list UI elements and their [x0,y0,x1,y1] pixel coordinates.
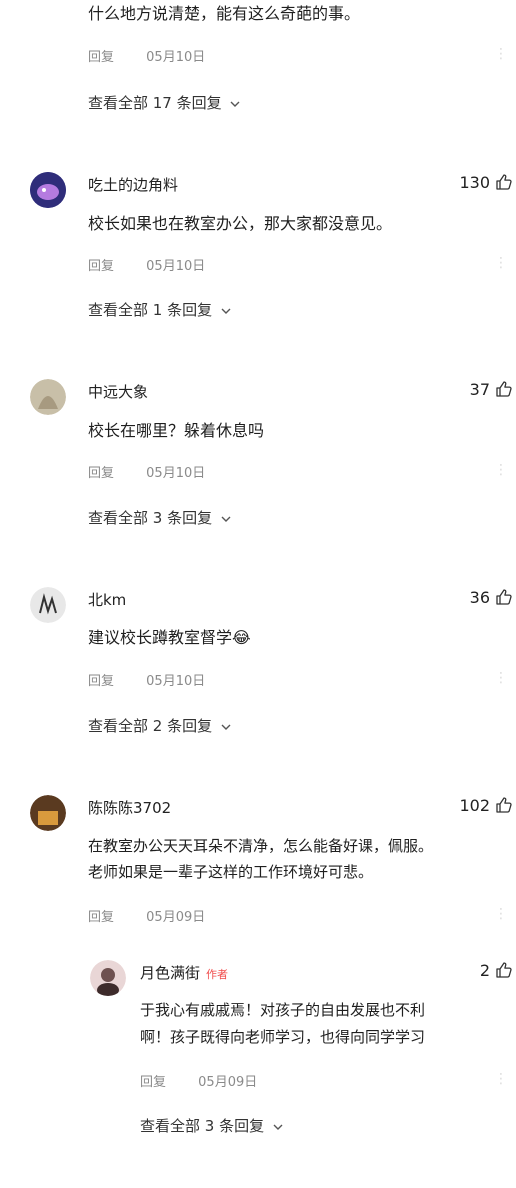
view-all-label: 查看全部 2 条回复 [88,717,213,735]
comment-date: 05月10日 [146,674,206,689]
chevron-down-icon [230,101,240,107]
view-all-replies-button[interactable]: 查看全部 3 条回复 [140,1115,283,1136]
comment-meta: 回复 05月10日 [88,46,205,65]
more-icon[interactable]: ⋮ [494,670,508,686]
view-all-label: 查看全部 3 条回复 [140,1117,265,1135]
username[interactable]: 北km [88,589,126,610]
like-icon [496,797,512,813]
like-icon [496,381,512,397]
reply-button[interactable]: 回复 [88,910,114,925]
reply-text-line-2: 啊！孩子既得向老师学习，也得向同学学习 [140,1028,426,1046]
reply-button[interactable]: 回复 [88,466,114,481]
like-icon [496,589,512,605]
view-all-replies-button[interactable]: 查看全部 2 条回复 [88,715,231,736]
comment-text: 校长如果也在教室办公，那大家都没意见。 [88,214,393,233]
laughing-emoji-icon: 😂 [232,628,251,647]
view-all-replies-button[interactable]: 查看全部 3 条回复 [88,507,231,528]
avatar[interactable] [30,795,66,831]
username[interactable]: 吃土的边角料 [88,174,178,195]
reply-button[interactable]: 回复 [140,1075,166,1090]
reply-text-line-1: 于我心有戚戚焉！对孩子的自由发展也不利 [140,1001,426,1019]
comment-meta: 回复 05月10日 [88,462,205,481]
username[interactable]: 陈陈陈3702 [88,797,171,818]
view-all-label: 查看全部 1 条回复 [88,301,213,319]
like-button[interactable]: 130 [459,172,514,192]
avatar[interactable] [30,587,66,623]
comment-date: 05月10日 [146,50,206,65]
view-all-label: 查看全部 3 条回复 [88,509,213,527]
more-icon[interactable]: ⋮ [494,1071,508,1087]
more-icon[interactable]: ⋮ [494,462,508,478]
reply-button[interactable]: 回复 [88,50,114,65]
more-icon[interactable]: ⋮ [494,906,508,922]
chevron-down-icon [221,516,231,522]
comment-text: 建议校长蹲教室督学😂 [88,626,251,650]
comment-text-body: 建议校长蹲教室督学 [88,628,233,647]
comment-meta: 回复 05月09日 [140,1071,257,1090]
view-all-label: 查看全部 17 条回复 [88,94,222,112]
more-icon[interactable]: ⋮ [494,46,508,62]
like-count: 2 [479,960,490,980]
like-icon [496,962,512,978]
like-count: 130 [459,172,490,192]
like-count: 36 [469,587,490,607]
view-all-replies-button[interactable]: 查看全部 17 条回复 [88,92,240,113]
comment-date: 05月09日 [146,910,206,925]
like-count: 37 [469,379,490,399]
chevron-down-icon [221,308,231,314]
avatar[interactable] [90,960,126,996]
view-all-replies-button[interactable]: 查看全部 1 条回复 [88,299,231,320]
comment-text: 什么地方说清楚，能有这么奇葩的事。 [88,4,361,23]
comment-date: 05月09日 [198,1075,258,1090]
comment-meta: 回复 05月10日 [88,255,205,274]
reply-header: 月色满街 作者 [140,962,228,983]
reply-button[interactable]: 回复 [88,674,114,689]
avatar[interactable] [30,379,66,415]
username[interactable]: 中远大象 [88,381,148,402]
comment-text: 校长在哪里？躲着休息吗 [88,421,265,440]
comment-meta: 回复 05月09日 [88,906,205,925]
like-button[interactable]: 102 [459,795,514,815]
avatar[interactable] [30,172,66,208]
chevron-down-icon [273,1124,283,1130]
like-button[interactable]: 36 [470,587,514,607]
more-icon[interactable]: ⋮ [494,255,508,271]
comment-meta: 回复 05月10日 [88,670,205,689]
like-count: 102 [459,795,490,815]
like-icon [496,174,512,190]
like-button[interactable]: 2 [480,960,514,980]
like-button[interactable]: 37 [470,379,514,399]
author-badge: 作者 [206,968,229,981]
chevron-down-icon [221,724,231,730]
comment-date: 05月10日 [146,259,206,274]
comment-date: 05月10日 [146,466,206,481]
reply-button[interactable]: 回复 [88,259,114,274]
username[interactable]: 月色满街 [140,964,200,982]
comment-text-line-2: 老师如果是一辈子这样的工作环境好可悲。 [88,863,374,881]
comment-text-line-1: 在教室办公天天耳朵不清净，怎么能备好课，佩服。 [88,837,434,855]
